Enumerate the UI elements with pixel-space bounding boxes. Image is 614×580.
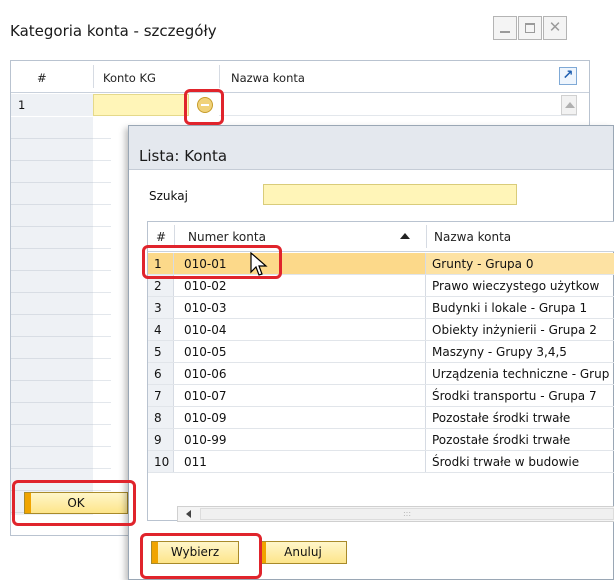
row-number: 1 bbox=[11, 94, 93, 116]
account-name-cell: Środki trwałe w budowie bbox=[432, 455, 580, 469]
account-number-cell: 010-05 bbox=[174, 341, 426, 362]
account-name-cell: Maszyny - Grupy 3,4,5 bbox=[432, 345, 567, 359]
scroll-up-button[interactable] bbox=[561, 95, 577, 115]
gl-account-field[interactable] bbox=[93, 94, 189, 116]
sort-ascending-icon bbox=[400, 233, 410, 239]
row-number: 8 bbox=[148, 407, 174, 428]
row-number: 6 bbox=[148, 363, 174, 384]
window-title: Kategoria konta - szczegóły bbox=[10, 22, 217, 40]
highlight-ok-button bbox=[12, 480, 136, 526]
account-name-cell: Urządzenia techniczne - Grup bbox=[432, 367, 610, 381]
account-name-cell: Prawo wieczystego użytkow bbox=[432, 279, 600, 293]
account-number-cell: 010-09 bbox=[174, 407, 426, 428]
column-header-account-name[interactable]: Nazwa konta bbox=[434, 230, 511, 244]
table-row[interactable]: 5 010-05 Maszyny - Grupy 3,4,5 bbox=[148, 341, 614, 363]
row-number: 10 bbox=[148, 451, 174, 472]
dialog-title: Lista: Konta bbox=[139, 147, 228, 165]
account-name-cell: Obiekty inżynierii - Grupa 2 bbox=[432, 323, 597, 337]
row-number: 3 bbox=[148, 297, 174, 318]
column-divider bbox=[219, 65, 220, 88]
table-row[interactable]: 6 010-06 Urządzenia techniczne - Grup bbox=[148, 363, 614, 385]
table-row[interactable]: 9 010-99 Pozostałe środki trwałe bbox=[148, 429, 614, 451]
column-header-gl-account[interactable]: Konto KG bbox=[103, 71, 156, 85]
column-header-number: # bbox=[37, 71, 47, 85]
column-divider bbox=[93, 65, 94, 88]
column-header-account-number[interactable]: Numer konta bbox=[188, 230, 266, 244]
table-row[interactable]: 7 010-07 Środki transportu - Grupa 7 bbox=[148, 385, 614, 407]
row-number: 7 bbox=[148, 385, 174, 406]
minimize-button[interactable] bbox=[493, 16, 517, 40]
table-row[interactable]: 10 011 Środki trwałe w budowie bbox=[148, 451, 614, 473]
account-number-cell: 010-07 bbox=[174, 385, 426, 406]
account-name-cell: Środki transportu - Grupa 7 bbox=[432, 389, 597, 403]
table-row[interactable]: 4 010-04 Obiekty inżynierii - Grupa 2 bbox=[148, 319, 614, 341]
column-header-number: # bbox=[156, 230, 167, 244]
highlight-choose-from-list bbox=[184, 89, 224, 125]
cancel-button[interactable]: Anuluj bbox=[259, 541, 347, 564]
horizontal-scrollbar[interactable]: ::: bbox=[177, 506, 614, 522]
row-number-column bbox=[11, 117, 93, 515]
dialog-titlebar: Lista: Konta bbox=[129, 126, 613, 170]
expand-arrow-icon[interactable]: ↗ bbox=[559, 67, 577, 85]
account-name-cell: Pozostałe środki trwałe bbox=[432, 433, 571, 447]
matrix-header: # Konto KG Nazwa konta ↗ bbox=[11, 61, 589, 93]
row-number: 5 bbox=[148, 341, 174, 362]
account-number-cell: 010-99 bbox=[174, 429, 426, 450]
row-number: 4 bbox=[148, 319, 174, 340]
table-row[interactable]: 8 010-09 Pozostałe środki trwałe bbox=[148, 407, 614, 429]
highlight-select-button bbox=[140, 533, 262, 579]
scroll-thumb[interactable]: ::: bbox=[200, 508, 614, 520]
account-name-cell bbox=[219, 94, 577, 116]
mouse-cursor-icon bbox=[250, 252, 268, 276]
account-list-dialog: Lista: Konta Szukaj # Numer konta Nazwa … bbox=[128, 125, 614, 580]
table-row[interactable]: 3 010-03 Budynki i lokale - Grupa 1 bbox=[148, 297, 614, 319]
account-number-cell: 010-03 bbox=[174, 297, 426, 318]
empty-rows bbox=[93, 117, 111, 515]
account-number-cell: 010-04 bbox=[174, 319, 426, 340]
account-name-cell: Grunty - Grupa 0 bbox=[426, 253, 614, 274]
row-number: 9 bbox=[148, 429, 174, 450]
account-number-cell: 011 bbox=[174, 451, 426, 472]
close-icon: ✕ bbox=[548, 18, 562, 36]
account-name-cell: Budynki i lokale - Grupa 1 bbox=[432, 301, 588, 315]
search-input[interactable] bbox=[263, 184, 517, 205]
table-row: 1 bbox=[11, 94, 577, 116]
close-button[interactable]: ✕ bbox=[543, 16, 567, 40]
scroll-left-icon[interactable] bbox=[186, 510, 191, 518]
maximize-button[interactable] bbox=[518, 16, 542, 40]
column-header-account-name[interactable]: Nazwa konta bbox=[231, 71, 305, 85]
account-number-cell: 010-06 bbox=[174, 363, 426, 384]
table-body: 1 010-01 Grunty - Grupa 0 2 010-02 Prawo wiec… bbox=[148, 253, 614, 473]
account-name-cell: Pozostałe środki trwałe bbox=[432, 411, 571, 425]
search-label: Szukaj bbox=[149, 189, 188, 203]
column-divider bbox=[426, 225, 427, 248]
